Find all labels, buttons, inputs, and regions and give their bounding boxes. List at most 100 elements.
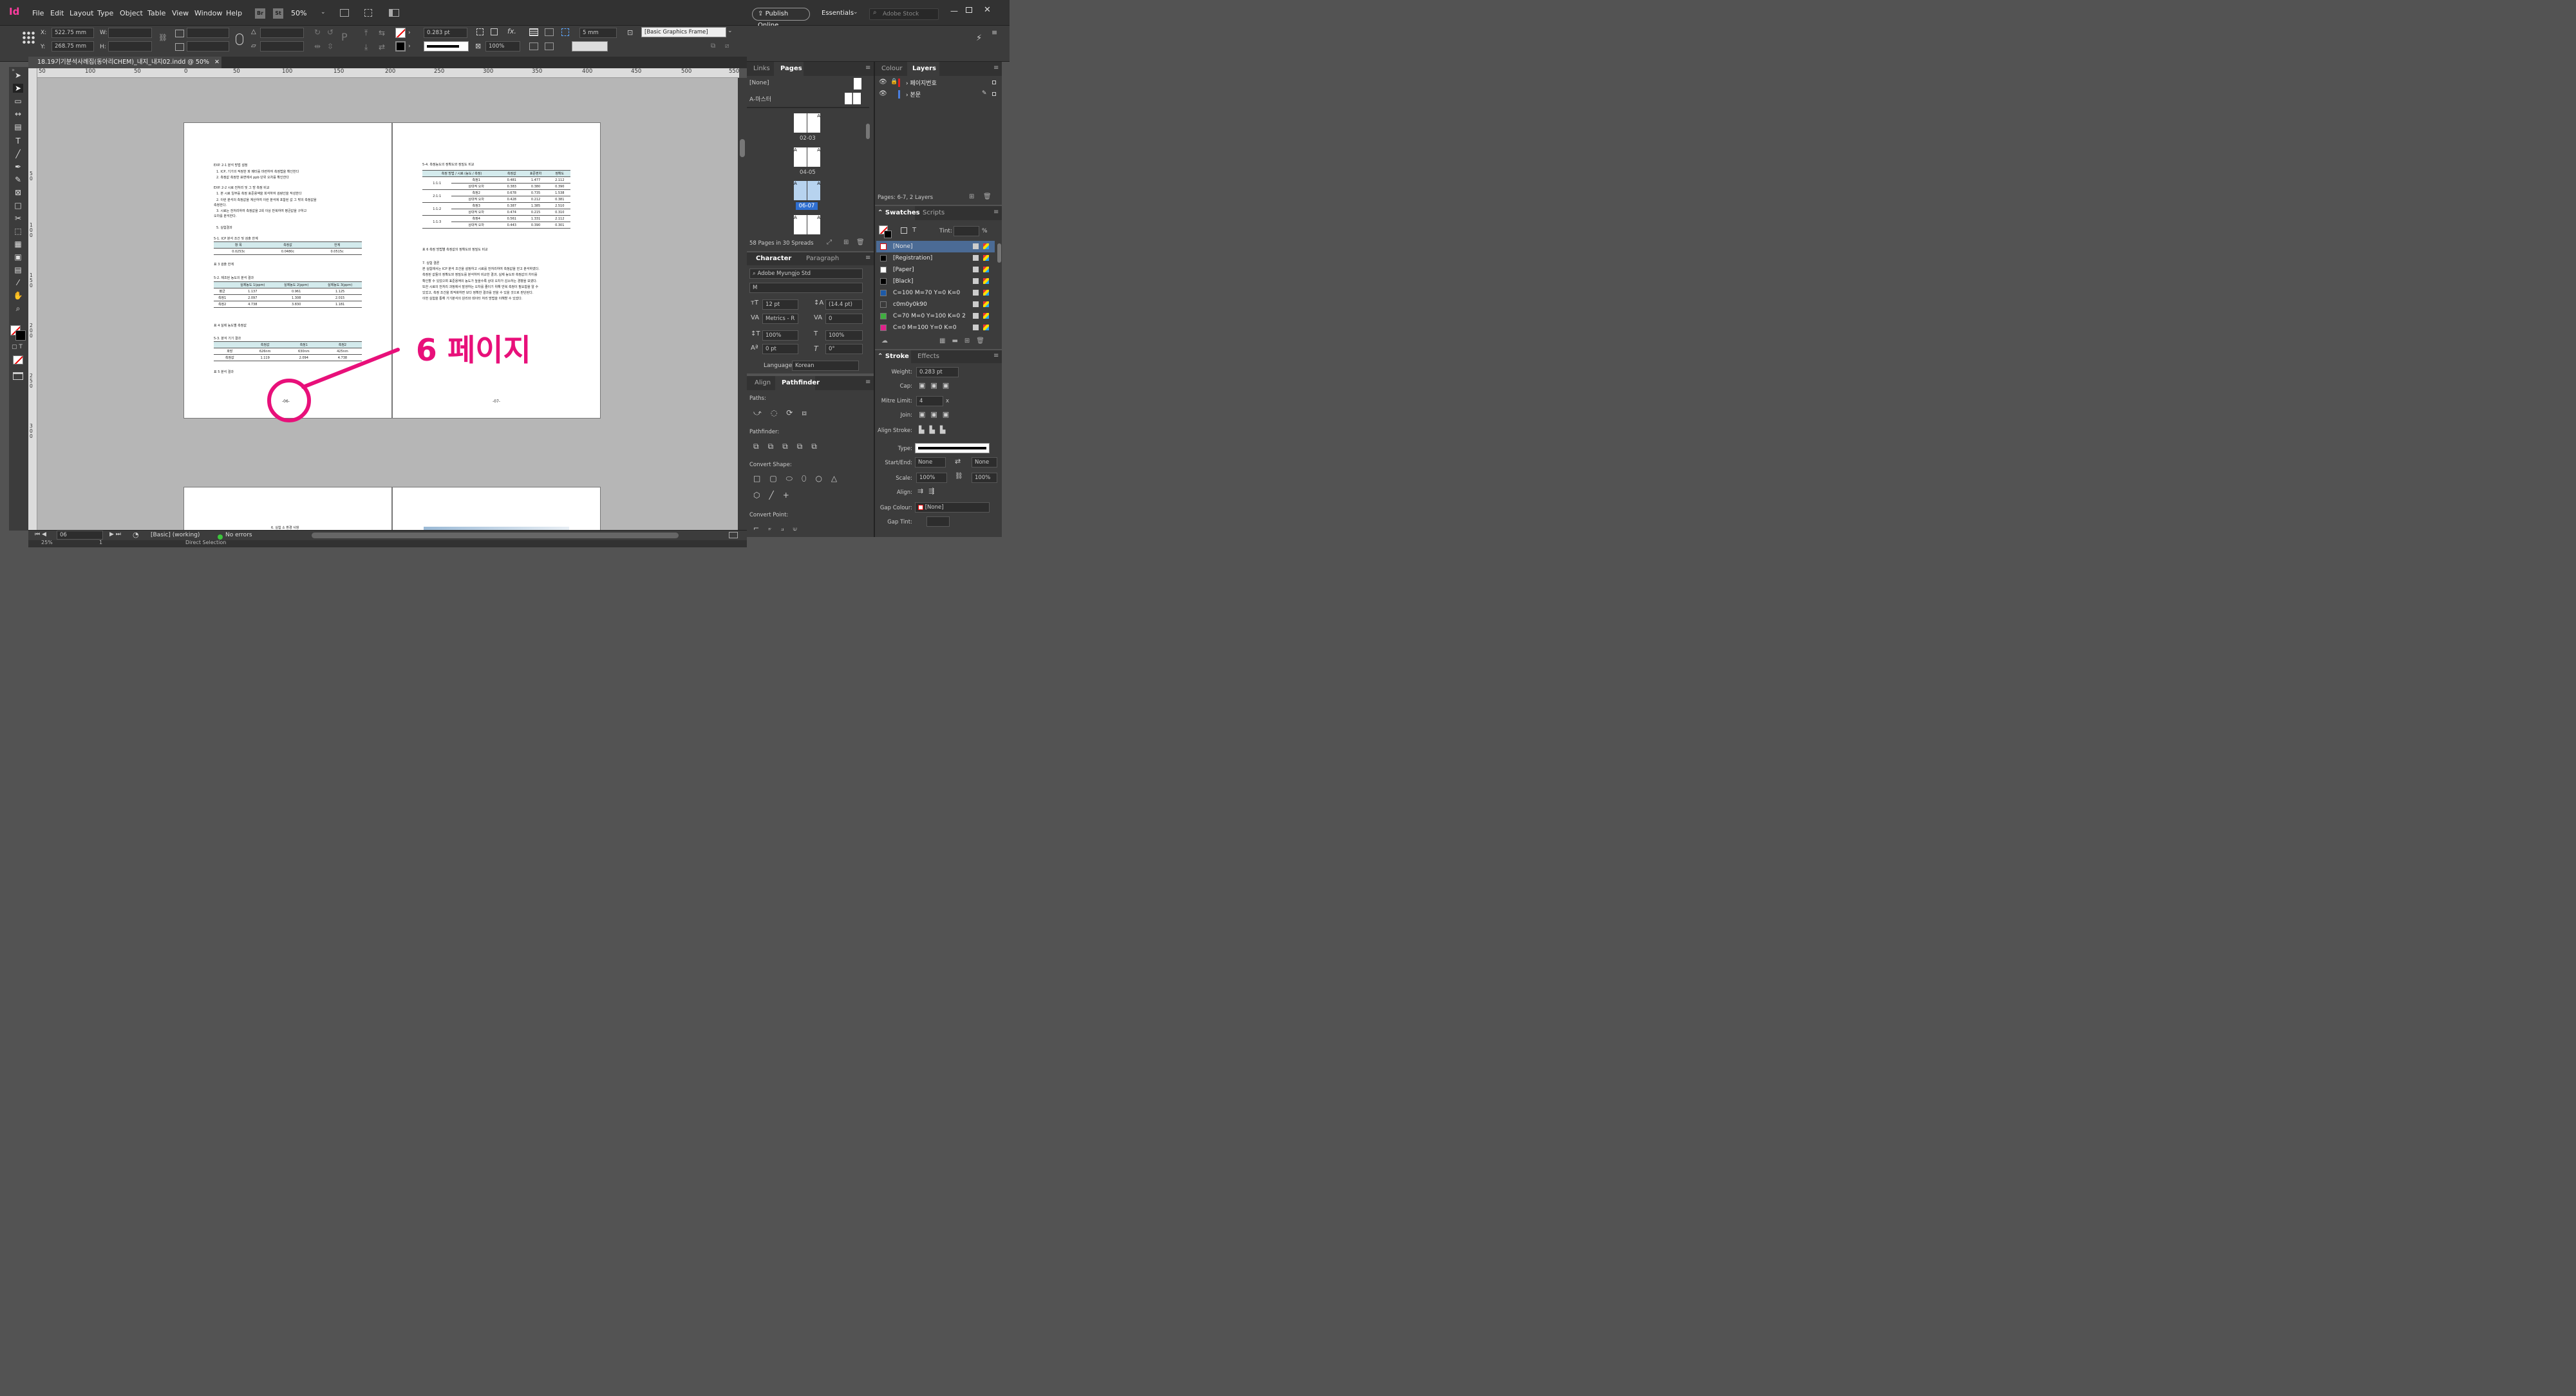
cloud-library-icon[interactable]: ☁ xyxy=(881,337,888,344)
new-page-icon[interactable]: ⊞ xyxy=(843,239,849,246)
stroke-swatch-tool[interactable] xyxy=(15,330,26,341)
swatch-row[interactable]: C=100 M=70 Y=0 K=0 xyxy=(876,287,995,299)
text-fill-icon[interactable]: T xyxy=(912,227,916,234)
swatches-scroll-thumb[interactable] xyxy=(997,243,1001,263)
view-status[interactable]: 1 xyxy=(99,540,102,545)
select-next-icon[interactable]: ⇄ xyxy=(379,42,385,52)
join-buttons[interactable]: ▣▣▣ xyxy=(919,410,954,419)
screen-mode-icon[interactable] xyxy=(364,9,372,17)
w-field[interactable] xyxy=(108,28,152,38)
rectangle-tool-icon[interactable]: □ xyxy=(13,201,23,210)
arrange-documents-icon[interactable] xyxy=(389,9,399,17)
tab-layers[interactable]: Layers xyxy=(912,65,936,72)
page-number-field[interactable]: 06 xyxy=(57,531,103,540)
visibility-eye-icon[interactable]: 👁 xyxy=(879,79,887,86)
tab-character[interactable]: Character xyxy=(756,255,791,262)
note-tool-icon[interactable]: ▤ xyxy=(13,265,23,274)
zoom-tool-icon[interactable]: ⌕ xyxy=(13,304,23,313)
visibility-eye-icon[interactable]: 👁 xyxy=(879,90,887,97)
quick-apply-icon[interactable]: ⚡ xyxy=(976,33,982,43)
adobe-stock-search[interactable]: Adobe Stock xyxy=(869,8,939,20)
swatch-stroke-black[interactable] xyxy=(884,231,892,238)
split-layout-icon[interactable] xyxy=(729,532,738,538)
link-scale-icon[interactable]: ⛓ xyxy=(955,473,963,480)
layer-row-body[interactable]: 👁 › 본문 ✎ xyxy=(876,89,996,100)
stroke-type-dropdown[interactable] xyxy=(424,41,469,52)
menu-edit[interactable]: Edit xyxy=(50,9,64,17)
text-wrap-jump-icon[interactable] xyxy=(545,42,554,50)
rotate-ccw-icon[interactable]: ↺ xyxy=(327,28,334,37)
gap-colour-dropdown[interactable]: [None] xyxy=(915,502,990,513)
spread-06-07-right[interactable]: A xyxy=(807,181,820,200)
menu-type[interactable]: Type xyxy=(97,9,113,17)
scissors-tool-icon[interactable]: ✂ xyxy=(13,214,23,223)
pages-menu-icon[interactable]: ≡ xyxy=(865,64,870,71)
font-size-field[interactable]: 12 pt xyxy=(762,299,798,310)
tracking-field[interactable]: 0 xyxy=(825,314,863,324)
spread-08-09-right[interactable]: A xyxy=(807,215,820,234)
zoom-status[interactable]: 25% xyxy=(41,540,53,545)
swatch-row[interactable]: C=0 M=100 Y=0 K=0 xyxy=(876,322,995,334)
swatch-row[interactable]: [None] xyxy=(876,241,995,252)
delete-layer-icon[interactable]: 🗑 xyxy=(983,193,992,200)
workspace-chevron-icon[interactable]: ⌄ xyxy=(853,9,858,15)
spread-06-07-left[interactable]: A xyxy=(794,181,807,200)
rectangle-frame-tool-icon[interactable]: ⊠ xyxy=(13,188,23,197)
corner-size-field[interactable]: 5 mm xyxy=(579,28,617,38)
text-wrap-shape-icon[interactable] xyxy=(529,42,538,50)
baseline-shift-field[interactable]: 0 pt xyxy=(762,344,798,354)
stroke-arrow-icon[interactable]: › xyxy=(408,43,411,50)
bridge-button[interactable]: Br xyxy=(255,8,265,19)
line-tool-icon[interactable]: ╱ xyxy=(13,149,23,158)
align-stroke-buttons[interactable]: ▙▙▙ xyxy=(919,426,950,434)
edit-page-size-icon[interactable]: ⤢ xyxy=(827,239,832,246)
shear-field[interactable] xyxy=(260,41,304,52)
layer-row-page-number[interactable]: 👁 🔒 › 페이지번호 xyxy=(876,77,996,89)
view-options-icon[interactable] xyxy=(340,9,349,17)
next-page-icon[interactable]: ▶ ⏭ xyxy=(109,531,121,538)
vertical-scale-field[interactable]: 100% xyxy=(762,330,798,341)
drop-shadow-icon[interactable] xyxy=(491,28,498,35)
character-menu-icon[interactable]: ≡ xyxy=(865,254,870,261)
menu-window[interactable]: Window xyxy=(194,9,222,17)
scale-y-field[interactable] xyxy=(187,41,229,52)
swatches-menu-icon[interactable]: ≡ xyxy=(993,209,999,216)
arrow-align-buttons[interactable]: ⇉⇶ xyxy=(917,487,939,495)
menu-object[interactable]: Object xyxy=(120,9,143,17)
spread-08-09-left[interactable]: A xyxy=(794,215,807,234)
corner-shape-dropdown[interactable] xyxy=(572,41,608,52)
select-previous-icon[interactable]: ⇆ xyxy=(379,28,385,37)
gap-tool-icon[interactable]: ↔ xyxy=(13,109,23,118)
stroke-menu-icon[interactable]: ≡ xyxy=(993,352,999,359)
leading-field[interactable]: (14.4 pt) xyxy=(825,299,863,310)
direct-selection-tool-icon[interactable]: ➤ xyxy=(13,84,23,93)
preflight-profile[interactable]: [Basic] (working) xyxy=(151,532,200,538)
convert-shape-buttons[interactable]: □▢⬭⬯○△ xyxy=(753,474,846,484)
flip-vertical-icon[interactable]: ⇳ xyxy=(327,42,334,51)
tab-align[interactable]: Align xyxy=(755,379,771,386)
type-tool-icon[interactable]: T xyxy=(13,137,23,146)
stroke-weight-field[interactable]: 0.283 pt xyxy=(424,28,467,38)
mitre-limit-field[interactable]: 4 xyxy=(916,396,943,406)
path-buttons[interactable]: ⤻◌⟳⧈ xyxy=(753,408,816,418)
close-icon[interactable]: ✕ xyxy=(984,5,991,15)
spread-02-03-right[interactable]: A xyxy=(807,113,820,133)
end-field[interactable]: None xyxy=(972,457,997,467)
fx-icon[interactable]: fx. xyxy=(507,27,516,35)
tab-colour[interactable]: Colour xyxy=(881,65,902,72)
gradient-feather-tool-icon[interactable]: ▣ xyxy=(13,252,23,261)
swatch-row[interactable]: [Paper] xyxy=(876,264,995,276)
select-container-icon[interactable]: ⤒ xyxy=(364,28,368,38)
constrain-proportions-icon[interactable]: ⛓ xyxy=(158,33,167,42)
apply-none-icon[interactable] xyxy=(13,355,23,364)
redefine-style-icon[interactable]: ⧄ xyxy=(725,42,729,50)
tint-field[interactable] xyxy=(954,226,979,236)
scale-start-field[interactable]: 100% xyxy=(916,473,947,483)
new-layer-icon[interactable]: ⊞ xyxy=(969,193,974,200)
stroke-weight-panel-field[interactable]: 0.283 pt xyxy=(916,367,959,377)
spread-02-03-left[interactable] xyxy=(794,113,807,133)
document-tab[interactable]: 18.19기기분석사례집(동아리CHEM)_내지_내지02.indd @ 50%… xyxy=(28,57,221,68)
formatting-affects-container-icon[interactable]: ▢ T xyxy=(12,344,23,350)
preflight-icon[interactable]: ◔ xyxy=(133,531,139,539)
menu-file[interactable]: File xyxy=(32,9,44,17)
